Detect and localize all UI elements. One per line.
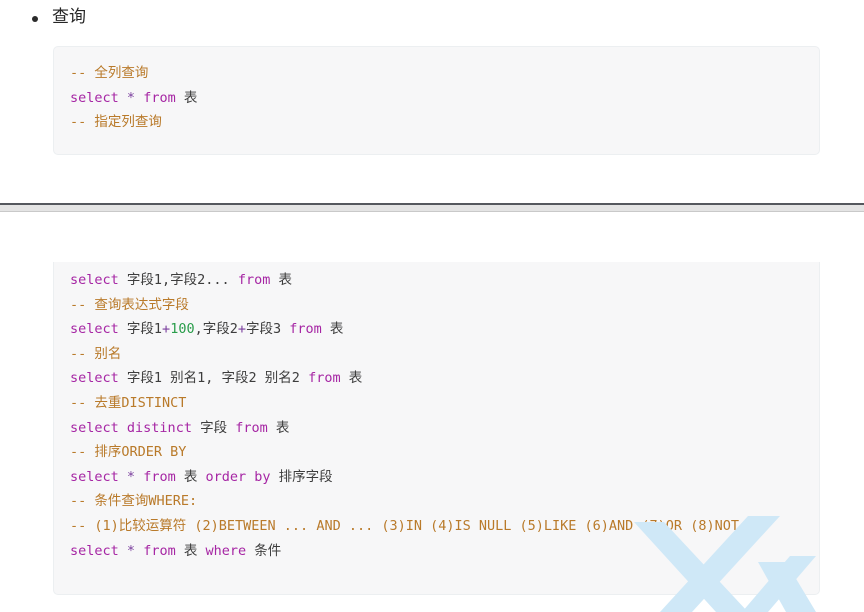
code-token-kw: from <box>308 370 341 387</box>
code-token-op: + <box>162 321 171 338</box>
code-token-comment: -- <box>70 493 95 510</box>
code-token-plain: 表 <box>340 370 363 387</box>
code-token-kw: select <box>70 419 119 436</box>
code-token-comment: -- <box>70 394 95 411</box>
code-token-kw: from <box>237 272 271 288</box>
code-line: select * from 表 where 条件 <box>70 543 281 559</box>
code-token-plain: 表 <box>270 272 292 288</box>
code-token-kw: by <box>254 468 271 485</box>
code-token-comment: 别名 <box>94 345 122 362</box>
code-token-kw: order <box>205 468 247 485</box>
code-token-op: * <box>126 468 136 485</box>
document-section-query: 查询 <box>0 0 864 29</box>
code-token-kw: select <box>70 89 119 106</box>
code-token-comment: -- <box>70 114 95 130</box>
list-item: 查询 <box>0 0 864 29</box>
code-token-plain: 表 <box>175 89 198 106</box>
code-token-kw: select <box>70 272 119 288</box>
code-token-kw: from <box>235 419 268 436</box>
code-line: -- 去重DISTINCT <box>70 395 186 411</box>
code-token-comment: 查询表达式字段 <box>94 296 189 313</box>
code-token-comment: -- <box>70 345 95 362</box>
code-line: -- 全列查询 <box>70 65 148 81</box>
code-token-plain: 字段1 <box>118 321 163 338</box>
code-token-plain: 字段1,字段2... <box>118 272 238 288</box>
code-token-comment: 去重DISTINCT <box>94 394 187 411</box>
code-line: -- 别名 <box>70 346 121 362</box>
code-line: -- (1)比较运算符 (2)BETWEEN ... AND ... (3)IN… <box>70 518 739 534</box>
code-token-comment: -- <box>70 296 95 313</box>
code-token-op: * <box>126 542 136 559</box>
code-token-plain: 字段 <box>191 419 236 436</box>
code-block-query-advanced[interactable]: select 字段1,字段2... from 表 -- 查询表达式字段 sele… <box>53 262 820 595</box>
code-line: -- 查询表达式字段 <box>70 297 189 313</box>
code-token-plain: 表 <box>175 542 206 559</box>
code-token-comment: 全列查询 <box>94 65 149 81</box>
bullet-dot-icon <box>32 16 38 22</box>
code-token-plain: 字段3 <box>245 321 290 338</box>
code-block-query-basic[interactable]: -- 全列查询 select * from 表 -- 指定列查询 <box>53 46 820 155</box>
code-token-op: + <box>237 321 246 338</box>
code-token-kw: where <box>205 542 247 559</box>
code-token-kw: from <box>143 542 176 559</box>
code-line: -- 排序ORDER BY <box>70 444 186 460</box>
code-token-comment: -- <box>70 65 95 81</box>
code-token-op: * <box>126 89 136 106</box>
code-token-kw: select <box>70 321 119 338</box>
code-line: select 字段1,字段2... from 表 <box>70 272 292 288</box>
code-token-kw: from <box>143 468 176 485</box>
code-token-num: 100 <box>170 321 195 338</box>
code-content: -- 全列查询 select * from 表 -- 指定列查询 <box>70 61 803 135</box>
list-item-label: 查询 <box>52 7 86 26</box>
code-token-plain: 条件 <box>246 542 282 559</box>
code-token-comment: -- <box>70 444 95 461</box>
divider-band <box>0 205 864 212</box>
code-token-kw: from <box>143 89 176 106</box>
code-token-plain: ,字段2 <box>194 321 238 338</box>
code-token-comment: (1)比较运算符 (2)BETWEEN ... AND ... (3)IN (4… <box>94 517 739 534</box>
code-token-kw: select <box>70 370 119 387</box>
code-content: select 字段1,字段2... from 表 -- 查询表达式字段 sele… <box>70 268 803 563</box>
code-token-kw: select <box>70 468 119 485</box>
code-token-comment: 指定列查询 <box>94 114 162 130</box>
code-line: select distinct 字段 from 表 <box>70 420 289 436</box>
code-line: -- 指定列查询 <box>70 114 162 130</box>
code-line: select 字段1 别名1, 字段2 别名2 from 表 <box>70 370 362 386</box>
code-token-comment: 条件查询WHERE: <box>94 493 198 510</box>
code-line: select 字段1+100,字段2+字段3 from 表 <box>70 321 343 337</box>
code-token-comment: -- <box>70 517 95 534</box>
code-token-plain: 表 <box>321 321 344 338</box>
code-line: select * from 表 <box>70 90 197 106</box>
code-token-kw: from <box>289 321 322 338</box>
code-token-plain: 表 <box>267 419 290 436</box>
code-token-kw: distinct <box>126 419 192 436</box>
code-line: select * from 表 order by 排序字段 <box>70 469 333 485</box>
code-line: -- 条件查询WHERE: <box>70 493 197 509</box>
code-token-plain: 字段1 别名1, 字段2 别名2 <box>118 370 309 387</box>
code-token-comment: 排序ORDER BY <box>94 444 187 461</box>
page-break-divider <box>0 203 864 212</box>
code-token-kw: select <box>70 542 119 559</box>
code-token-plain: 表 <box>175 468 206 485</box>
code-token-plain: 排序字段 <box>270 468 333 485</box>
